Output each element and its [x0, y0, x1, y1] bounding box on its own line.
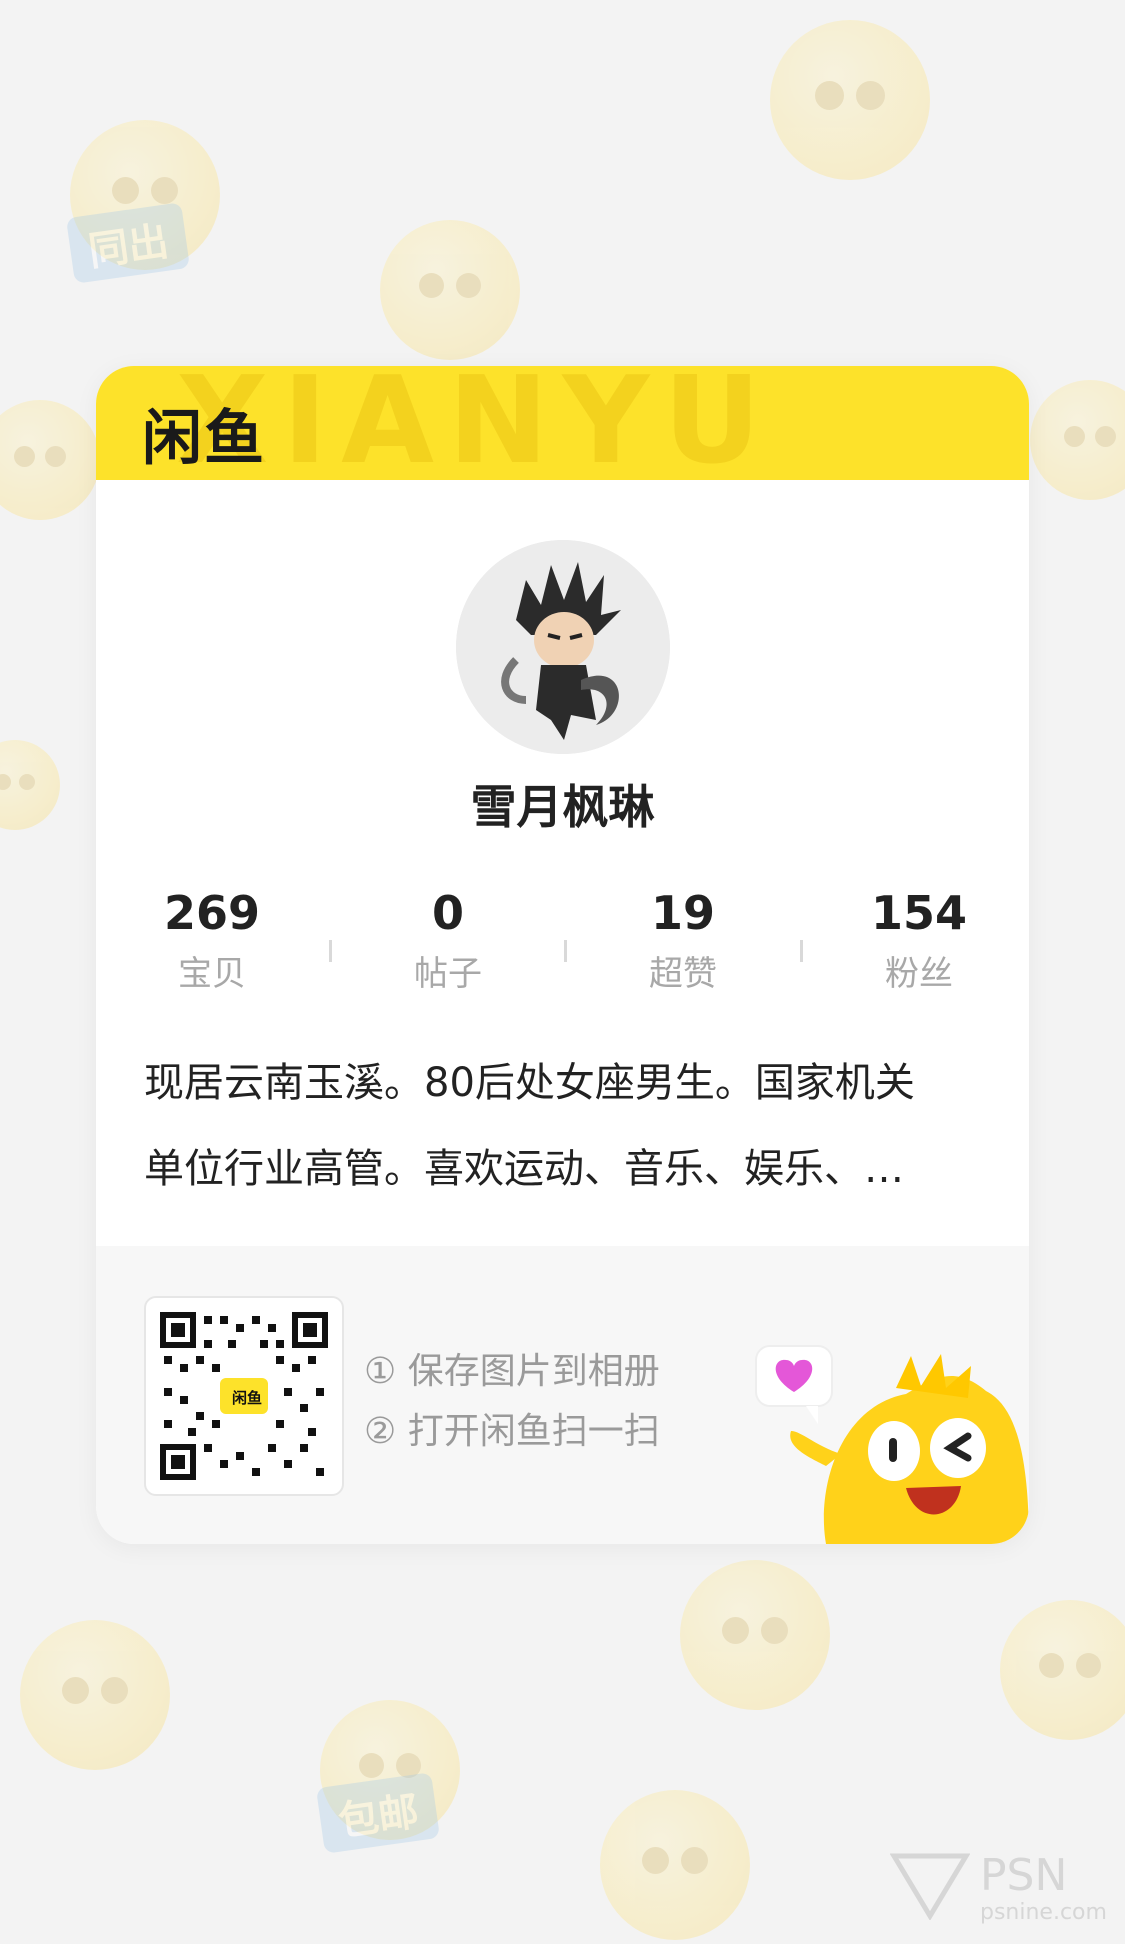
stat-label: 帖子: [414, 954, 482, 994]
stat-divider: [329, 940, 332, 962]
share-step-1: ① 保存图片到相册: [364, 1351, 660, 1392]
background-emoji: [0, 400, 100, 520]
profile-share-card: XIANYU 闲鱼 雪月枫琳 269 宝贝 0 帖子 19 超赞 154 粉丝 …: [96, 366, 1029, 1544]
qr-badge-label: 闲鱼: [232, 1389, 263, 1407]
stat-posts[interactable]: 0 帖子: [348, 886, 548, 995]
background-emoji: [380, 220, 520, 360]
stat-items[interactable]: 269 宝贝: [112, 886, 312, 995]
stat-value: 0: [431, 886, 464, 940]
watermark-title: PSN: [980, 1850, 1068, 1901]
share-footer: 闲鱼 ① 保存图片到相册 ② 打开闲鱼扫一扫: [96, 1246, 1029, 1544]
brand-logo: 闲鱼: [142, 404, 266, 474]
background-emoji: [600, 1790, 750, 1940]
bio-line: 现居云南玉溪。80后处女座男生。国家机关: [144, 1060, 915, 1106]
stat-label: 粉丝: [885, 954, 953, 994]
card-header: XIANYU 闲鱼: [96, 366, 1029, 491]
stat-value: 19: [650, 886, 715, 940]
background-emoji: [1000, 1600, 1125, 1740]
username: 雪月枫琳: [470, 780, 655, 834]
mascot-fish-icon: [755, 1345, 1029, 1544]
watermark-sub: psnine.com: [980, 1900, 1107, 1925]
avatar[interactable]: [456, 540, 670, 754]
stat-label: 超赞: [649, 954, 717, 994]
qr-code[interactable]: 闲鱼: [144, 1296, 344, 1496]
watermark-logo-icon: [890, 1853, 970, 1920]
stat-divider: [564, 940, 567, 962]
bio: 现居云南玉溪。80后处女座男生。国家机关 单位行业高管。喜欢运动、音乐、娱乐、…: [144, 1040, 974, 1212]
background-emoji: [1030, 380, 1125, 500]
stats-row: 269 宝贝 0 帖子 19 超赞 154 粉丝: [96, 886, 1029, 996]
background-emoji: [770, 20, 930, 180]
background-emoji: [20, 1620, 170, 1770]
background-emoji: [680, 1560, 830, 1710]
avatar-character-icon: [456, 540, 670, 754]
stat-likes[interactable]: 19 超赞: [583, 886, 783, 995]
share-step-2: ② 打开闲鱼扫一扫: [364, 1411, 660, 1452]
bio-line: 单位行业高管。喜欢运动、音乐、娱乐、…: [144, 1146, 904, 1192]
stat-value: 269: [163, 886, 261, 940]
background-emoji: [0, 740, 60, 830]
stat-value: 154: [870, 886, 968, 940]
stat-divider: [800, 940, 803, 962]
stat-fans[interactable]: 154 粉丝: [819, 886, 1019, 995]
stat-label: 宝贝: [178, 954, 246, 994]
